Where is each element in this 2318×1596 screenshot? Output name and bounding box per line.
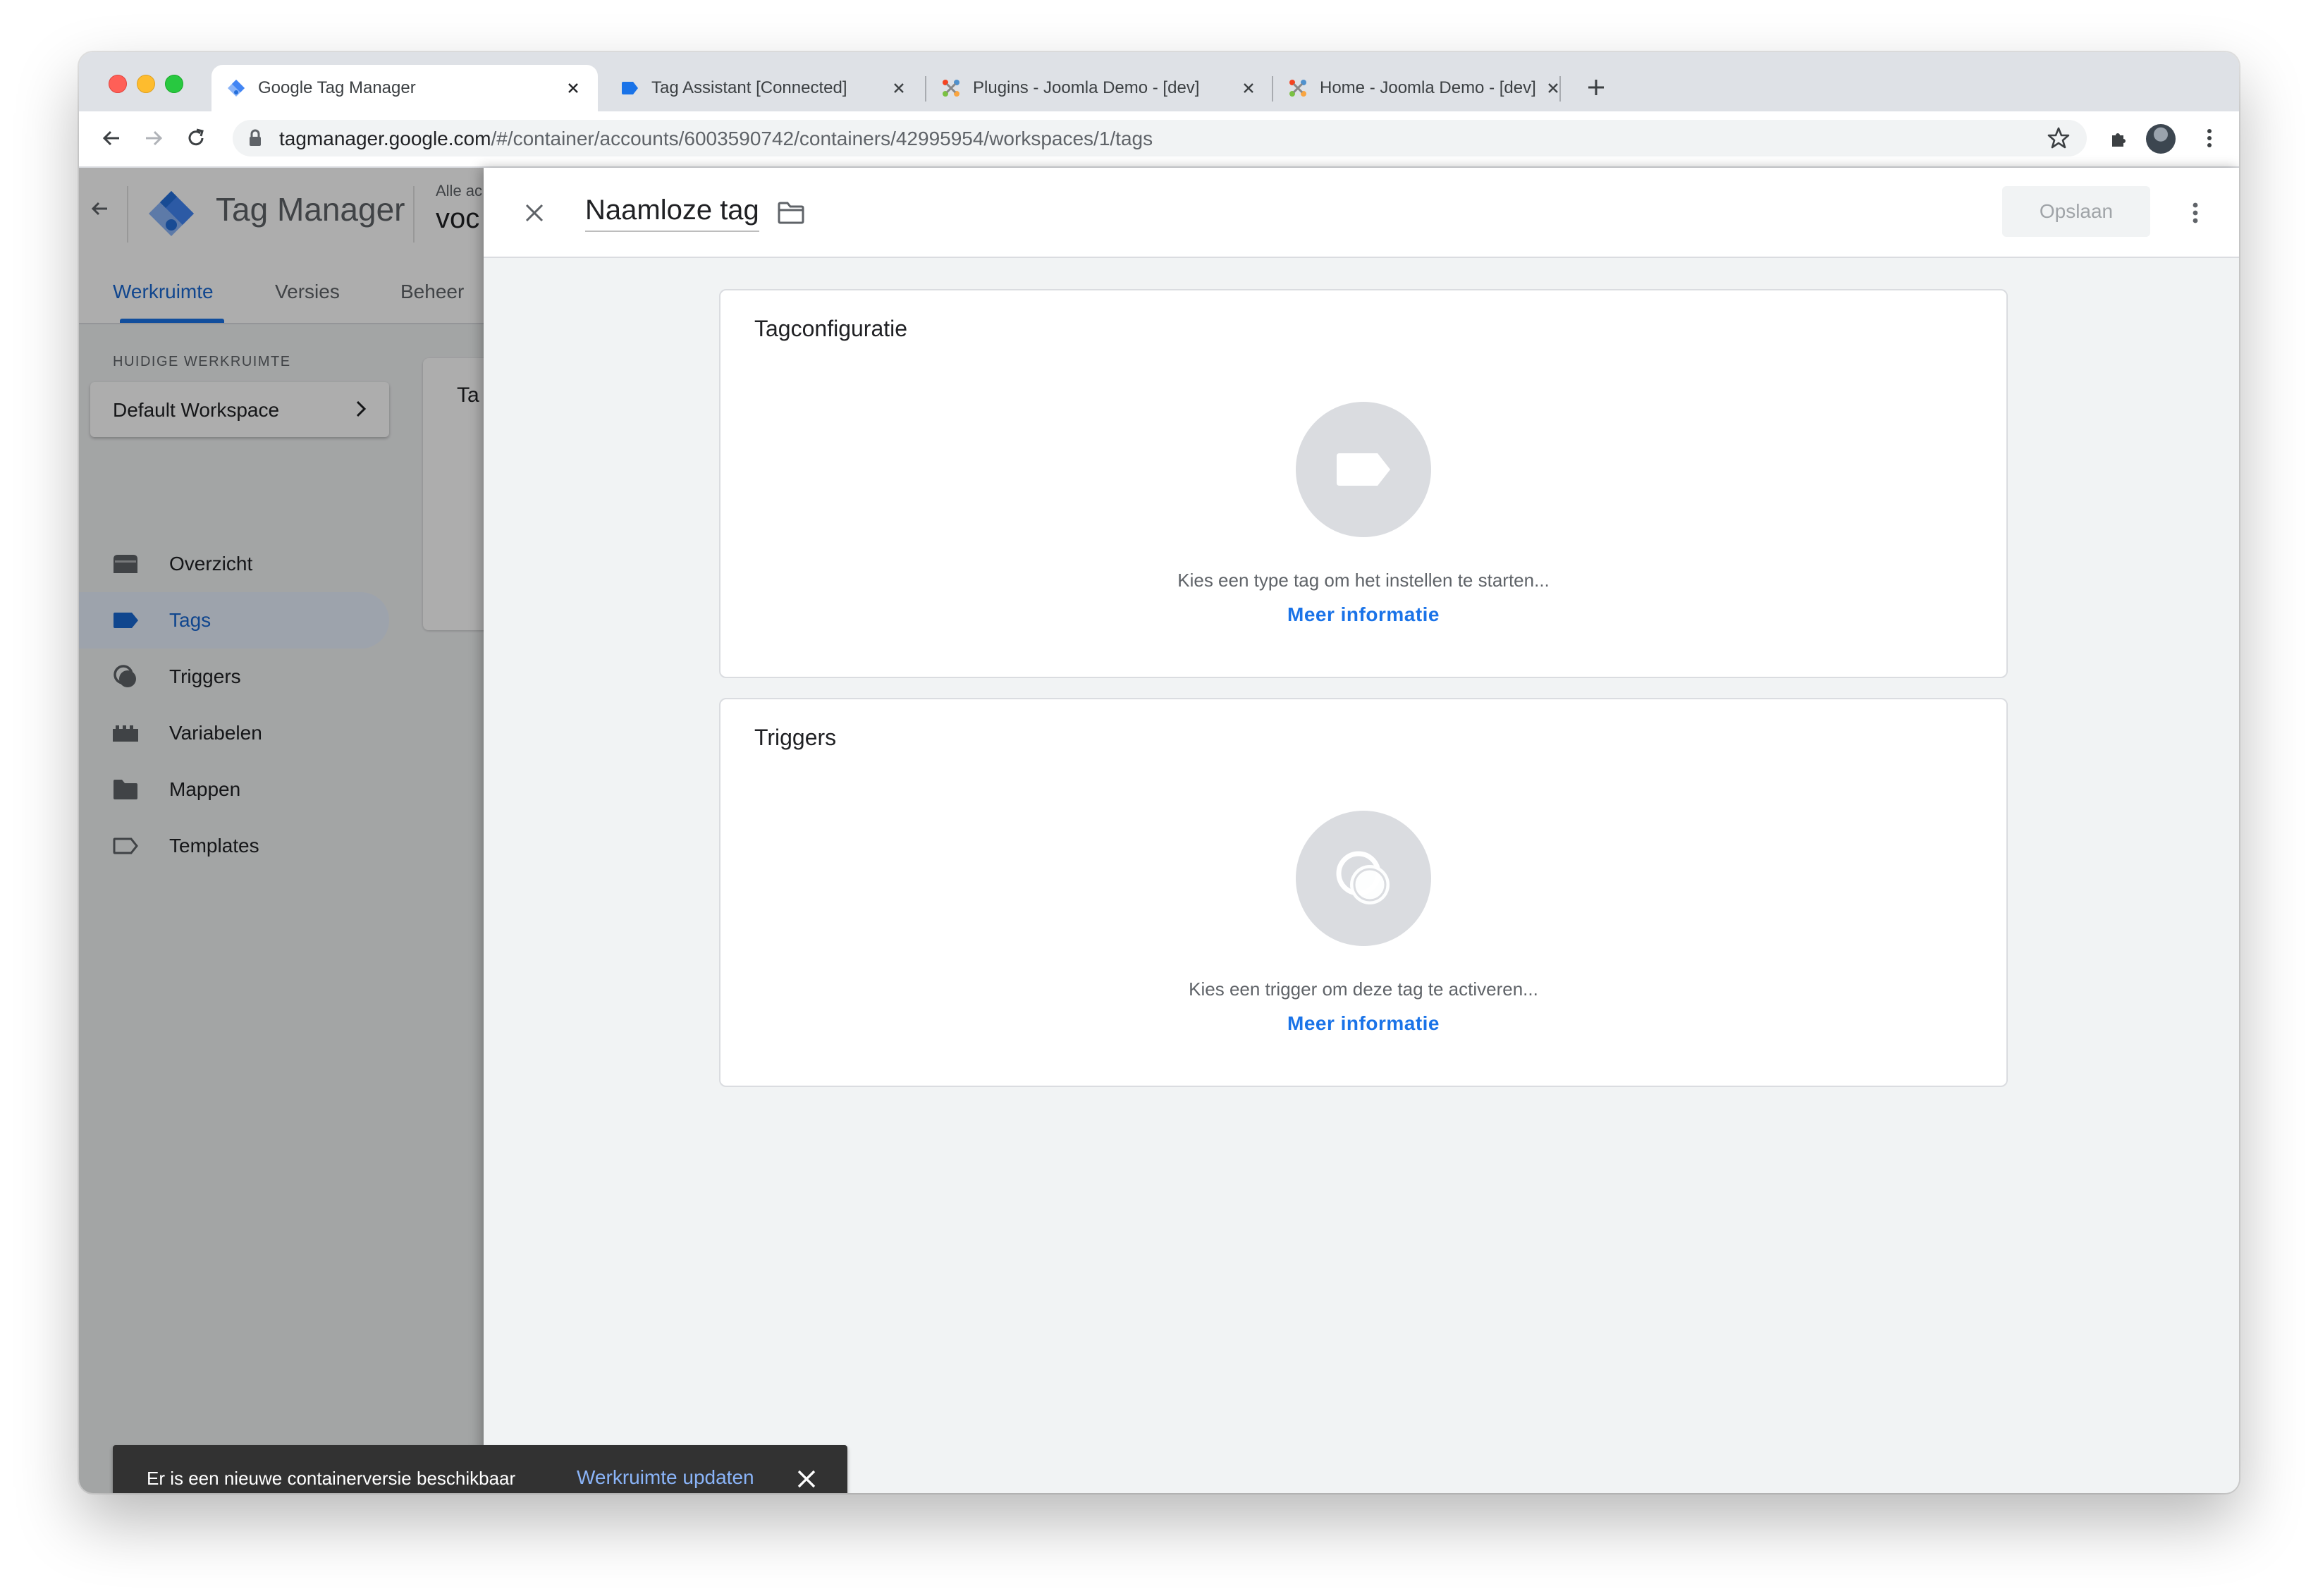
triggers-card[interactable]: Triggers Kies een trigger om deze tag te… (719, 698, 2008, 1087)
browser-menu-icon[interactable] (2193, 121, 2226, 155)
window-close-button[interactable] (109, 75, 127, 93)
joomla-icon (940, 78, 962, 99)
reload-button[interactable] (179, 121, 213, 155)
url-host: tagmanager.google.com (279, 128, 491, 149)
save-button[interactable]: Opslaan (2002, 186, 2150, 237)
close-editor-button[interactable] (515, 193, 554, 233)
close-tab-icon[interactable] (888, 78, 909, 99)
browser-toolbar: tagmanager.google.com/#/container/accoun… (79, 111, 2239, 168)
browser-tab-joomla-home[interactable]: Home - Joomla Demo - [dev] (1277, 65, 1574, 111)
browser-window: Google Tag Manager Tag Assistant [Connec… (79, 52, 2239, 1493)
tab-separator (1559, 76, 1561, 102)
url-text: tagmanager.google.com/#/container/accoun… (279, 128, 1153, 150)
card-title: Triggers (754, 725, 837, 750)
tag-icon (1337, 453, 1390, 486)
gtm-app: Tag Manager Alle ac voc Werkruimte Versi… (79, 168, 2239, 1493)
choose-trigger-button[interactable] (1296, 811, 1431, 946)
learn-more-link[interactable]: Meer informatie (720, 603, 2006, 626)
tab-separator (1272, 76, 1273, 102)
arrow-left-icon (102, 130, 119, 146)
extensions-icon[interactable] (2102, 121, 2136, 155)
reload-icon (188, 128, 204, 146)
tag-editor-panel: Naamloze tag Opslaan Tagconfiguratie Kie… (484, 168, 2239, 1493)
window-zoom-button[interactable] (165, 75, 183, 93)
tab-title: Google Tag Manager (258, 78, 416, 97)
lock-icon (248, 128, 262, 152)
tag-name-input[interactable]: Naamloze tag (585, 195, 759, 232)
triggers-hint: Kies een trigger om deze tag te activere… (1189, 978, 1538, 1000)
more-options-icon[interactable] (2176, 193, 2215, 233)
close-icon (525, 204, 544, 222)
folder-select-button[interactable] (775, 197, 807, 228)
tab-strip: Google Tag Manager Tag Assistant [Connec… (79, 52, 2239, 111)
tab-title: Home - Joomla Demo - [dev] (1320, 78, 1536, 97)
window-minimize-button[interactable] (137, 75, 155, 93)
forward-button[interactable] (137, 121, 171, 155)
url-path: /#/container/accounts/6003590742/contain… (491, 128, 1153, 149)
snackbar-message: Er is een nieuwe containerversie beschik… (147, 1468, 516, 1489)
address-bar[interactable]: tagmanager.google.com/#/container/accoun… (233, 120, 2087, 156)
new-tab-button[interactable] (1579, 70, 1613, 104)
tag-configuration-card[interactable]: Tagconfiguratie Kies een type tag om het… (719, 289, 2008, 678)
plus-icon (1588, 80, 1604, 95)
snackbar-close-icon[interactable] (790, 1462, 823, 1493)
card-title: Tagconfiguratie (754, 316, 908, 341)
gtm-icon (226, 78, 247, 99)
tag-config-hint: Kies een type tag om het instellen te st… (1177, 570, 1550, 591)
update-workspace-button[interactable]: Werkruimte updaten (577, 1466, 754, 1489)
back-button[interactable] (94, 121, 128, 155)
tab-separator (925, 76, 926, 102)
folder-outline-icon (778, 202, 804, 224)
tab-title: Tag Assistant [Connected] (651, 78, 847, 97)
learn-more-link[interactable]: Meer informatie (720, 1012, 2006, 1035)
tag-editor-header: Naamloze tag Opslaan (484, 168, 2239, 258)
tag-assistant-icon (619, 78, 640, 99)
browser-tab-joomla-plugins[interactable]: Plugins - Joomla Demo - [dev] (931, 65, 1269, 111)
star-icon[interactable] (2046, 125, 2071, 154)
browser-tab-gtm[interactable]: Google Tag Manager (211, 65, 598, 111)
browser-tab-tag-assistant[interactable]: Tag Assistant [Connected] (609, 65, 919, 111)
choose-tag-type-button[interactable] (1296, 402, 1431, 537)
arrow-right-icon (146, 130, 163, 146)
joomla-icon (1287, 78, 1308, 99)
close-tab-icon[interactable] (563, 78, 584, 99)
profile-avatar[interactable] (2146, 124, 2176, 154)
close-tab-icon[interactable] (1238, 78, 1259, 99)
tab-title: Plugins - Joomla Demo - [dev] (973, 78, 1200, 97)
snackbar: Er is een nieuwe containerversie beschik… (113, 1445, 847, 1493)
trigger-icon (1336, 851, 1390, 904)
